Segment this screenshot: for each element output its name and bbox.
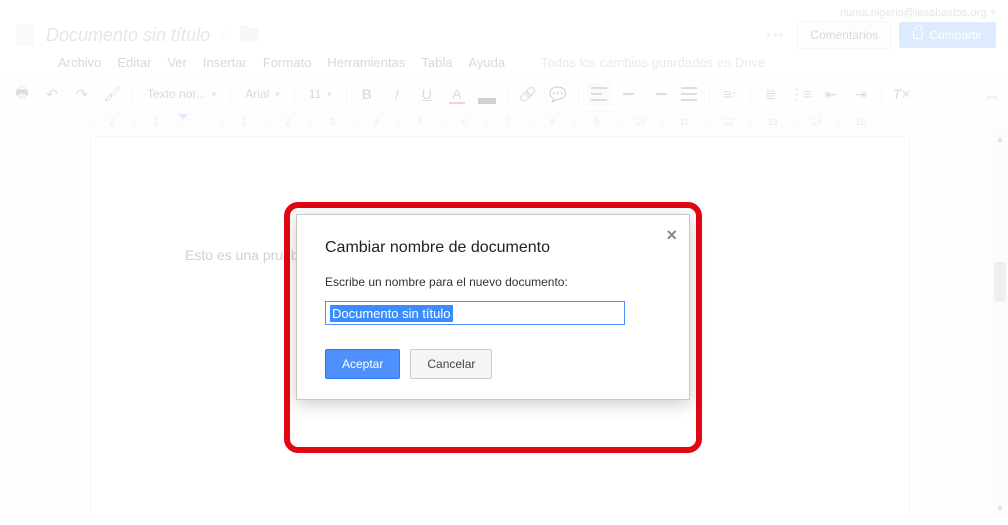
indent-marker-icon[interactable] xyxy=(178,114,188,120)
horizontal-ruler[interactable]: 21 123 456 789 101112 131415 xyxy=(0,112,1008,132)
scroll-down-icon[interactable]: ▼ xyxy=(995,504,1005,515)
collapse-toolbar-icon[interactable]: ︽ xyxy=(986,86,998,103)
menu-archivo[interactable]: Archivo xyxy=(58,55,101,70)
bulleted-list-icon[interactable]: ⋮≡ xyxy=(789,82,813,106)
menu-ver[interactable]: Ver xyxy=(167,55,187,70)
share-label: Compartir xyxy=(929,28,982,42)
share-button[interactable]: Compartir xyxy=(899,22,996,48)
text-color-icon[interactable]: A xyxy=(445,82,469,106)
decrease-indent-icon[interactable]: ⇤ xyxy=(819,82,843,106)
print-icon[interactable]: 🖶 xyxy=(10,82,34,106)
dialog-close-icon[interactable]: × xyxy=(666,225,677,246)
user-email[interactable]: numa.nigerio@iesabastos.org xyxy=(840,7,986,19)
align-left-icon[interactable] xyxy=(587,82,611,106)
menu-bar: Archivo Editar Ver Insertar Formato Herr… xyxy=(12,49,996,76)
font-size-select[interactable]: 11▾ xyxy=(303,87,338,101)
align-center-icon[interactable] xyxy=(617,82,641,106)
menu-tabla[interactable]: Tabla xyxy=(421,55,452,70)
menu-formato[interactable]: Formato xyxy=(263,55,311,70)
dialog-title: Cambiar nombre de documento xyxy=(325,239,661,257)
menu-editar[interactable]: Editar xyxy=(117,55,151,70)
italic-icon[interactable]: I xyxy=(385,82,409,106)
paint-format-icon[interactable]: 🖌 xyxy=(100,82,124,106)
bold-icon[interactable]: B xyxy=(355,82,379,106)
menu-herramientas[interactable]: Herramientas xyxy=(327,55,405,70)
align-justify-icon[interactable] xyxy=(677,82,701,106)
insert-link-icon[interactable]: 🔗 xyxy=(516,82,540,106)
save-status: Todos los cambios guardados en Drive xyxy=(541,55,765,70)
vertical-scrollbar[interactable]: ▲ ▼ xyxy=(992,132,1008,517)
chat-icon[interactable] xyxy=(767,33,783,37)
accept-button[interactable]: Aceptar xyxy=(325,349,400,379)
cancel-button[interactable]: Cancelar xyxy=(410,349,492,379)
comments-button[interactable]: Comentarios xyxy=(797,21,891,49)
scroll-up-icon[interactable]: ▲ xyxy=(995,134,1005,145)
rename-dialog: × Cambiar nombre de documento Escribe un… xyxy=(296,214,690,400)
docs-logo-icon xyxy=(12,22,38,48)
rename-input[interactable]: Documento sin título xyxy=(325,301,625,325)
lock-icon xyxy=(913,31,923,39)
scroll-thumb[interactable] xyxy=(994,262,1006,302)
document-title[interactable]: Documento sin título xyxy=(46,25,210,46)
font-family-select[interactable]: Arial▾ xyxy=(239,87,286,101)
move-folder-icon[interactable] xyxy=(240,28,258,42)
increase-indent-icon[interactable]: ⇥ xyxy=(849,82,873,106)
highlight-color-icon[interactable]: A xyxy=(475,82,499,106)
paragraph-style-select[interactable]: Texto nor...▾ xyxy=(141,87,222,101)
toolbar: 🖶 ↶ ↷ 🖌 Texto nor...▾ Arial▾ 11▾ B I U A… xyxy=(0,76,1008,112)
user-menu-caret-icon[interactable]: ▾ xyxy=(990,6,996,19)
clear-formatting-icon[interactable]: T✕ xyxy=(890,82,914,106)
menu-ayuda[interactable]: Ayuda xyxy=(468,55,505,70)
align-right-icon[interactable] xyxy=(647,82,671,106)
undo-icon[interactable]: ↶ xyxy=(40,82,64,106)
rename-input-value: Documento sin título xyxy=(330,305,453,322)
redo-icon[interactable]: ↷ xyxy=(70,82,94,106)
numbered-list-icon[interactable]: ≣ xyxy=(759,82,783,106)
underline-icon[interactable]: U xyxy=(415,82,439,106)
insert-comment-icon[interactable]: 💬 xyxy=(546,82,570,106)
star-icon[interactable]: ☆ xyxy=(218,25,232,45)
line-spacing-icon[interactable]: ≡↕ xyxy=(718,82,742,106)
menu-insertar[interactable]: Insertar xyxy=(203,55,247,70)
dialog-prompt: Escribe un nombre para el nuevo document… xyxy=(325,275,661,289)
